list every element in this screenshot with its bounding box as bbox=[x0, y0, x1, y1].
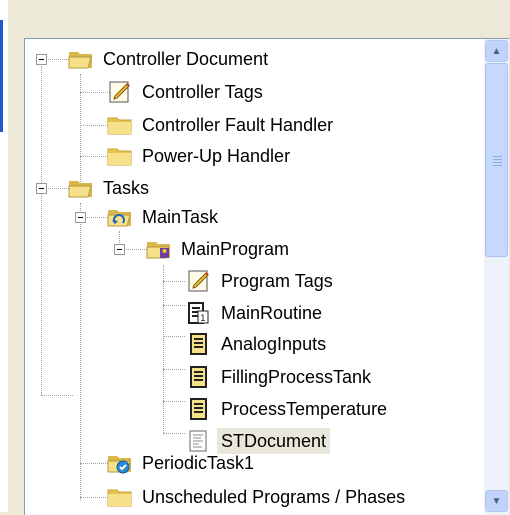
collapse-toggle-mainprogram[interactable] bbox=[114, 244, 125, 255]
tree-item-label: AnalogInputs bbox=[221, 334, 327, 354]
folder-icon bbox=[106, 484, 134, 510]
chevron-up-icon[interactable]: ▲ bbox=[485, 40, 508, 62]
tree-item-analoginputs[interactable]: AnalogInputs bbox=[185, 328, 330, 360]
folder-open-icon bbox=[67, 175, 95, 201]
collapse-toggle-maintask[interactable] bbox=[75, 212, 86, 223]
tree-item-controller-tags[interactable]: Controller Tags bbox=[106, 76, 267, 108]
folder-icon bbox=[106, 112, 134, 138]
periodic-task-icon bbox=[106, 450, 134, 476]
tree-line bbox=[163, 305, 185, 306]
tree-item-label: MainRoutine bbox=[221, 303, 323, 323]
scroll-thumb[interactable] bbox=[485, 63, 508, 257]
program-icon bbox=[145, 236, 173, 262]
tree-item-label: ProcessTemperature bbox=[221, 399, 388, 419]
tree-line bbox=[163, 281, 185, 282]
chevron-down-icon[interactable]: ▼ bbox=[485, 490, 508, 512]
folder-open-icon bbox=[67, 46, 95, 72]
vertical-scrollbar[interactable]: ▲ ▼ bbox=[484, 39, 509, 515]
tree-item-label: Tasks bbox=[103, 178, 150, 198]
tags-icon bbox=[106, 79, 134, 105]
tree-item-maintask[interactable]: MainTask bbox=[106, 201, 222, 233]
tree-item-label: MainTask bbox=[142, 207, 219, 227]
continuous-task-icon bbox=[106, 204, 134, 230]
tree-line bbox=[163, 369, 185, 370]
tree-item-mainprogram[interactable]: MainProgram bbox=[145, 233, 293, 265]
tree-item-label: Controller Document bbox=[103, 49, 269, 69]
tree-line bbox=[41, 395, 73, 396]
main-routine-icon: 1 bbox=[185, 300, 213, 326]
tree-item-label: Program Tags bbox=[221, 271, 333, 291]
ladder-routine-icon bbox=[185, 331, 213, 357]
tree-item-controller-fault-handler[interactable]: Controller Fault Handler bbox=[106, 109, 337, 141]
organizer-tree: Controller Document Controller Tags Cont… bbox=[25, 39, 483, 515]
ladder-routine-icon bbox=[185, 364, 213, 390]
tree-item-periodictask1[interactable]: PeriodicTask1 bbox=[106, 447, 258, 479]
tree-item-tasks[interactable]: Tasks bbox=[67, 172, 153, 204]
folder-icon bbox=[106, 143, 134, 169]
tree-item-label: Controller Tags bbox=[142, 82, 263, 102]
tree-item-unscheduled-programs[interactable]: Unscheduled Programs / Phases bbox=[106, 481, 409, 513]
window-left-edge bbox=[0, 0, 8, 512]
tree-line bbox=[163, 265, 164, 433]
tree-item-power-up-handler[interactable]: Power-Up Handler bbox=[106, 140, 294, 172]
tree-item-controller-document[interactable]: Controller Document bbox=[67, 43, 272, 75]
tree-line bbox=[163, 336, 185, 337]
tree-item-label: Unscheduled Programs / Phases bbox=[142, 487, 406, 507]
tree-line bbox=[80, 203, 81, 501]
collapse-toggle-tasks[interactable] bbox=[36, 183, 47, 194]
svg-text:1: 1 bbox=[200, 314, 206, 324]
tree-item-label: FillingProcessTank bbox=[221, 367, 372, 387]
tree-item-label: Power-Up Handler bbox=[142, 146, 291, 166]
tree-item-mainroutine[interactable]: 1 MainRoutine bbox=[185, 297, 326, 329]
collapse-toggle-controller-document[interactable] bbox=[36, 54, 47, 65]
tree-item-fillingprocesstank[interactable]: FillingProcessTank bbox=[185, 361, 375, 393]
tree-item-processtemperature[interactable]: ProcessTemperature bbox=[185, 393, 391, 425]
tree-line bbox=[163, 433, 185, 434]
tags-icon bbox=[185, 268, 213, 294]
controller-organizer-panel: Controller Document Controller Tags Cont… bbox=[24, 38, 509, 515]
tree-line bbox=[41, 59, 42, 395]
tree-item-program-tags[interactable]: Program Tags bbox=[185, 265, 337, 297]
tree-item-label: PeriodicTask1 bbox=[142, 453, 255, 473]
tree-line bbox=[163, 401, 185, 402]
focus-accent-bar bbox=[0, 20, 3, 132]
ladder-routine-icon bbox=[185, 396, 213, 422]
tree-item-label: MainProgram bbox=[181, 239, 290, 259]
tree-item-label: Controller Fault Handler bbox=[142, 115, 334, 135]
